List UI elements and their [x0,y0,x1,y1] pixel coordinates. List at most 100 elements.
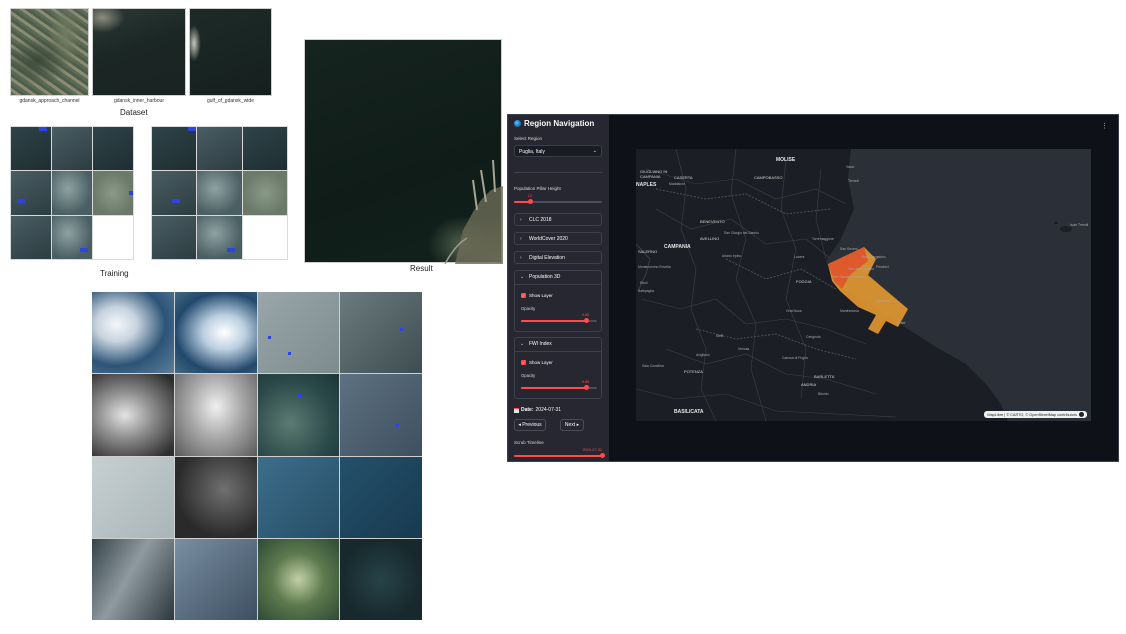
dataset-caption: gdansk_inner_harbour [113,98,165,104]
chevron-down-icon: ⌄ [592,148,597,154]
chevron-down-icon: ⌄ [520,341,525,347]
mosaic-tile [257,292,340,374]
slider-knob[interactable] [583,385,589,390]
mosaic-tile [174,292,257,374]
expander-label: CLC 2018 [529,217,552,223]
expander-worldcover-2020[interactable]: › WorldCover 2020 [514,232,602,245]
next-button[interactable]: Next ▸ [560,419,584,431]
expander-header[interactable]: ⌄ Population 3D [515,271,601,284]
grid-cell [52,127,92,171]
annotation-tag [17,199,25,204]
annotation-tag [188,127,196,131]
slider-knob[interactable] [600,453,605,458]
dataset-thumb-approach-channel [10,8,89,96]
expander-clc-2018[interactable]: › CLC 2018 [514,213,602,226]
mosaic-tile [340,292,422,374]
map-label: CAMPANIA [640,174,661,179]
map-label: Vasto [846,165,855,169]
grid-cell [93,215,133,259]
map-label: Bitonto [818,392,829,396]
sidebar: Region Navigation Select Region Puglia, … [508,115,609,461]
expander-digital-elevation[interactable]: › Digital Elevation [514,251,602,264]
slider-fill [514,455,602,457]
annotation-dot [297,394,301,398]
dataset-title: Dataset [120,108,148,117]
slider-fill [521,387,586,389]
grid-cell [11,215,51,259]
chevron-right-icon: › [520,236,522,242]
annotation-tag [80,247,88,252]
training-grid-left [10,126,134,260]
slider-value: 0.85 [581,313,590,317]
main-area: ⋮ MOLISE CAMPOBASSO GIUGLIANO IN CAMPANI… [609,115,1118,461]
map-label: BARLETTA [814,374,835,379]
map-label: San Giorgio del Sannio [724,231,759,235]
map-view[interactable]: MOLISE CAMPOBASSO GIUGLIANO IN CAMPANIA … [636,149,1091,421]
mosaic-tile [340,374,422,456]
map-label: Montecorvino Rovella [638,265,671,269]
opacity-label: Opacity [521,306,536,311]
grid-cell [197,171,242,215]
more-menu-icon[interactable]: ⋮ [1101,122,1108,130]
map-label: AVELLINO [700,236,720,241]
annotation-dot [396,424,400,428]
map-label: Canosa di Puglia [782,356,808,360]
mosaic-tile [257,456,340,538]
training-grid-right [151,126,288,260]
pillar-height-slider[interactable]: 10 [514,194,602,204]
expander-population-3d: ⌄ Population 3D ✓ Show Layer Opacity 0.8… [514,270,602,332]
map-label: San Giovanni Rotondo [832,275,867,279]
grid-cell [242,127,287,171]
previous-button[interactable]: ◂ Previous [514,419,546,431]
divider [515,351,601,352]
annotation-tag [39,127,47,131]
map-label: Eboli [640,281,648,285]
map-label: Manfredonia [840,309,859,313]
opacity-label: Opacity [521,373,536,378]
mosaic-tile [257,538,340,620]
map-label: Mattinata [876,299,890,303]
scrub-timeline-slider[interactable]: 2024-07-31 [514,448,605,458]
opacity-slider[interactable]: 0.85 [521,313,597,323]
divider [514,172,602,173]
mosaic-tile [340,538,422,620]
map-label: Rodi Garganico [862,255,886,259]
map-label: CAMPOBASSO [754,175,783,180]
grid-cell [11,127,51,171]
chevron-down-icon: ⌄ [520,274,525,280]
info-icon[interactable] [1079,412,1084,417]
opacity-slider[interactable]: 0.85 [521,380,597,390]
slider-value: 2024-07-31 [582,448,602,452]
divider [515,284,601,285]
mosaic-tile [174,374,257,456]
annotation-dot [400,328,404,331]
mosaic-tile [92,538,174,620]
result-image [304,39,503,265]
dataset-caption: gulf_of_gdansk_wide [207,98,254,104]
map-label: Battipaglia [638,289,654,293]
grid-cell [152,127,197,171]
expander-header[interactable]: ⌄ FWI Index [515,338,601,351]
show-layer-checkbox[interactable]: ✓ [521,293,526,298]
grid-cell [52,215,92,259]
map-label: CASERTA [674,175,693,180]
grid-cell [152,215,197,259]
show-layer-label: Show Layer [529,360,553,365]
map-attribution[interactable]: MapLibre | © CARTO, © OpenStreetMap cont… [984,411,1087,418]
region-select[interactable]: Puglia, Italy ⌄ [514,145,602,157]
annotation-tag [227,247,236,252]
map-label: NAPLES [636,182,657,188]
slider-knob[interactable] [527,199,533,204]
region-select-value: Puglia, Italy [519,149,545,155]
map-label: CAMPANIA [664,244,691,250]
show-layer-checkbox[interactable]: ✓ [521,360,526,365]
slider-knob[interactable] [583,318,589,323]
map-label: ANDRIA [801,382,817,387]
map-label: BASILICATA [674,409,704,415]
map-label: Termoli [848,179,859,183]
slider-value: 10 [527,194,532,198]
mosaic-tile [340,456,422,538]
grid-cell [93,171,133,215]
attribution-text: MapLibre | © CARTO, © OpenStreetMap cont… [987,412,1077,417]
mosaic-tile [92,374,174,456]
